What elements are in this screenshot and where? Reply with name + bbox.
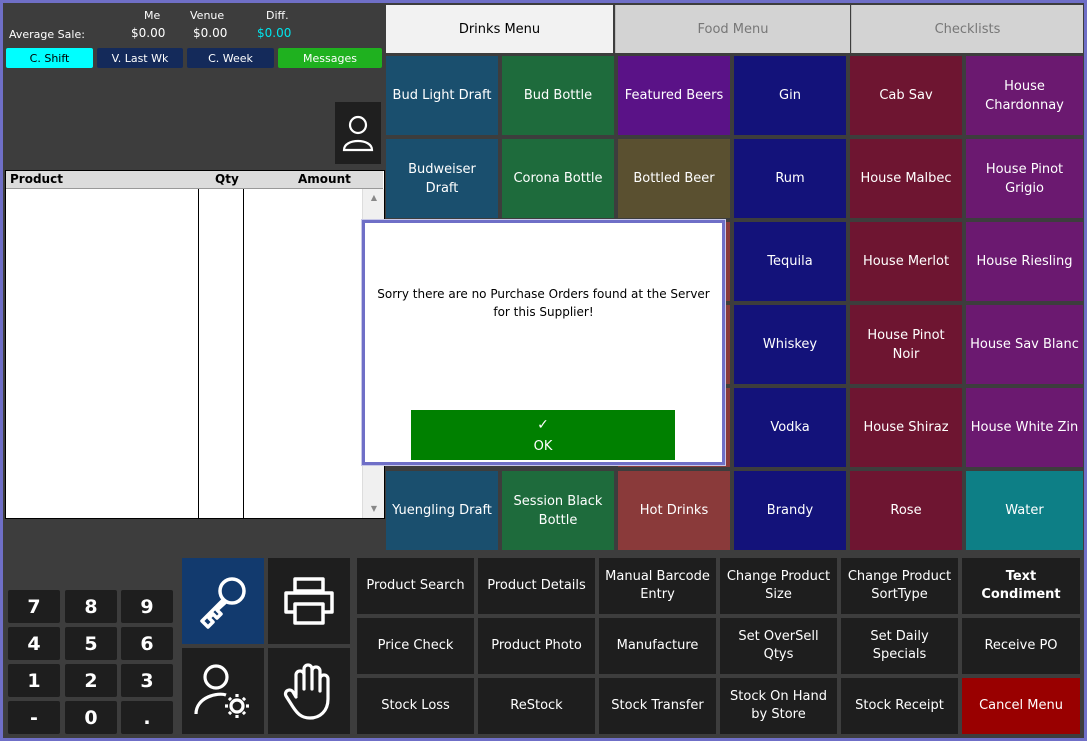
- numpad-key[interactable]: 4: [8, 627, 60, 660]
- tab-drinks-menu[interactable]: Drinks Menu: [386, 5, 613, 53]
- messages-button[interactable]: Messages: [278, 48, 382, 68]
- product-column-header: Product: [10, 172, 63, 186]
- function-button[interactable]: Product Photo: [478, 618, 595, 674]
- drink-button[interactable]: Gin: [734, 56, 846, 135]
- current-week-button[interactable]: C. Week: [187, 48, 274, 68]
- col-diff-header: Diff.: [266, 9, 289, 22]
- ok-button-label: OK: [533, 438, 553, 454]
- key-icon: [200, 577, 246, 629]
- function-button[interactable]: Stock Loss: [357, 678, 474, 734]
- order-product-table[interactable]: Product Qty Amount ▲ ▼: [5, 170, 385, 519]
- numpad-key[interactable]: 6: [121, 627, 173, 660]
- hand-button[interactable]: [268, 648, 350, 734]
- numpad-key[interactable]: 7: [8, 590, 60, 623]
- function-button[interactable]: Price Check: [357, 618, 474, 674]
- column-divider: [198, 189, 199, 518]
- drink-button[interactable]: Budweiser Draft: [386, 139, 498, 218]
- user-icon: [342, 115, 374, 152]
- drink-button[interactable]: Rum: [734, 139, 846, 218]
- drink-button[interactable]: Featured Beers: [618, 56, 730, 135]
- numpad-key[interactable]: 2: [65, 664, 117, 697]
- drink-button[interactable]: Hot Drinks: [618, 471, 730, 550]
- drink-button[interactable]: Whiskey: [734, 305, 846, 384]
- col-me-header: Me: [144, 9, 161, 22]
- user-settings-button[interactable]: [182, 648, 264, 734]
- numpad-key[interactable]: 9: [121, 590, 173, 623]
- drink-button[interactable]: Tequila: [734, 222, 846, 301]
- function-button[interactable]: Manufacture: [599, 618, 716, 674]
- drink-button[interactable]: Bud Light Draft: [386, 56, 498, 135]
- user-settings-icon: [194, 664, 249, 718]
- product-table-header: Product Qty Amount: [6, 171, 383, 189]
- sales-stats-panel: Me Venue Diff. Average Sale: $0.00 $0.00…: [5, 5, 385, 75]
- drink-button[interactable]: Vodka: [734, 388, 846, 467]
- numpad-key[interactable]: -: [8, 701, 60, 734]
- tab-checklists[interactable]: Checklists: [851, 5, 1083, 53]
- hand-icon: [283, 663, 330, 720]
- current-shift-button[interactable]: C. Shift: [6, 48, 93, 68]
- col-venue-header: Venue: [190, 9, 225, 22]
- drink-button[interactable]: House White Zin: [966, 388, 1083, 467]
- numpad-key[interactable]: 8: [65, 590, 117, 623]
- drink-button[interactable]: Rose: [850, 471, 962, 550]
- drink-button[interactable]: Bottled Beer: [618, 139, 730, 218]
- numpad-key[interactable]: 0: [65, 701, 117, 734]
- drink-button[interactable]: House Pinot Noir: [850, 305, 962, 384]
- drink-button[interactable]: Cab Sav: [850, 56, 962, 135]
- average-sale-label: Average Sale:: [9, 28, 85, 41]
- scroll-down-icon[interactable]: ▼: [363, 502, 385, 516]
- message-dialog: Sorry there are no Purchase Orders found…: [362, 220, 725, 465]
- drink-button[interactable]: House Riesling: [966, 222, 1083, 301]
- venue-last-week-button[interactable]: V. Last Wk: [97, 48, 183, 68]
- drink-button[interactable]: Session Black Bottle: [502, 471, 614, 550]
- drink-button[interactable]: House Malbec: [850, 139, 962, 218]
- function-button[interactable]: Cancel Menu: [962, 678, 1080, 734]
- print-button[interactable]: [268, 558, 350, 644]
- key-button[interactable]: [182, 558, 264, 644]
- printer-icon: [284, 577, 334, 625]
- function-button[interactable]: Set Daily Specials: [841, 618, 958, 674]
- function-button[interactable]: Set OverSell Qtys: [720, 618, 837, 674]
- qty-column-header: Qty: [215, 172, 239, 186]
- drink-button[interactable]: House Sav Blanc: [966, 305, 1083, 384]
- me-average-value: $0.00: [131, 26, 166, 40]
- drink-button[interactable]: Corona Bottle: [502, 139, 614, 218]
- function-button[interactable]: Manual Barcode Entry: [599, 558, 716, 614]
- drink-button[interactable]: House Shiraz: [850, 388, 962, 467]
- scroll-up-icon[interactable]: ▲: [363, 191, 385, 205]
- venue-average-value: $0.00: [193, 26, 228, 40]
- function-button[interactable]: Stock On Hand by Store: [720, 678, 837, 734]
- drink-button[interactable]: Bud Bottle: [502, 56, 614, 135]
- function-button[interactable]: Stock Transfer: [599, 678, 716, 734]
- function-button[interactable]: ReStock: [478, 678, 595, 734]
- function-button[interactable]: Stock Receipt: [841, 678, 958, 734]
- user-profile-button[interactable]: [335, 102, 381, 164]
- function-button[interactable]: Receive PO: [962, 618, 1080, 674]
- drink-button[interactable]: Yuengling Draft: [386, 471, 498, 550]
- diff-average-value: $0.00: [257, 26, 292, 40]
- drink-button[interactable]: House Chardonnay: [966, 56, 1083, 135]
- drink-button[interactable]: House Merlot: [850, 222, 962, 301]
- numpad-key[interactable]: 3: [121, 664, 173, 697]
- column-divider: [243, 189, 244, 518]
- function-button[interactable]: Change Product SortType: [841, 558, 958, 614]
- dialog-message: Sorry there are no Purchase Orders found…: [377, 287, 710, 319]
- function-button[interactable]: Change Product Size: [720, 558, 837, 614]
- numpad-key[interactable]: .: [121, 701, 173, 734]
- function-button[interactable]: Product Details: [478, 558, 595, 614]
- function-button[interactable]: Product Search: [357, 558, 474, 614]
- tab-food-menu[interactable]: Food Menu: [615, 5, 850, 53]
- function-button[interactable]: Text Condiment: [962, 558, 1080, 614]
- numpad-key[interactable]: 1: [8, 664, 60, 697]
- drink-button[interactable]: House Pinot Grigio: [966, 139, 1083, 218]
- drink-button[interactable]: Water: [966, 471, 1083, 550]
- numpad-key[interactable]: 5: [65, 627, 117, 660]
- amount-column-header: Amount: [298, 172, 351, 186]
- drink-button[interactable]: Brandy: [734, 471, 846, 550]
- ok-button[interactable]: ✓ OK: [411, 410, 675, 460]
- check-icon: ✓: [537, 416, 549, 433]
